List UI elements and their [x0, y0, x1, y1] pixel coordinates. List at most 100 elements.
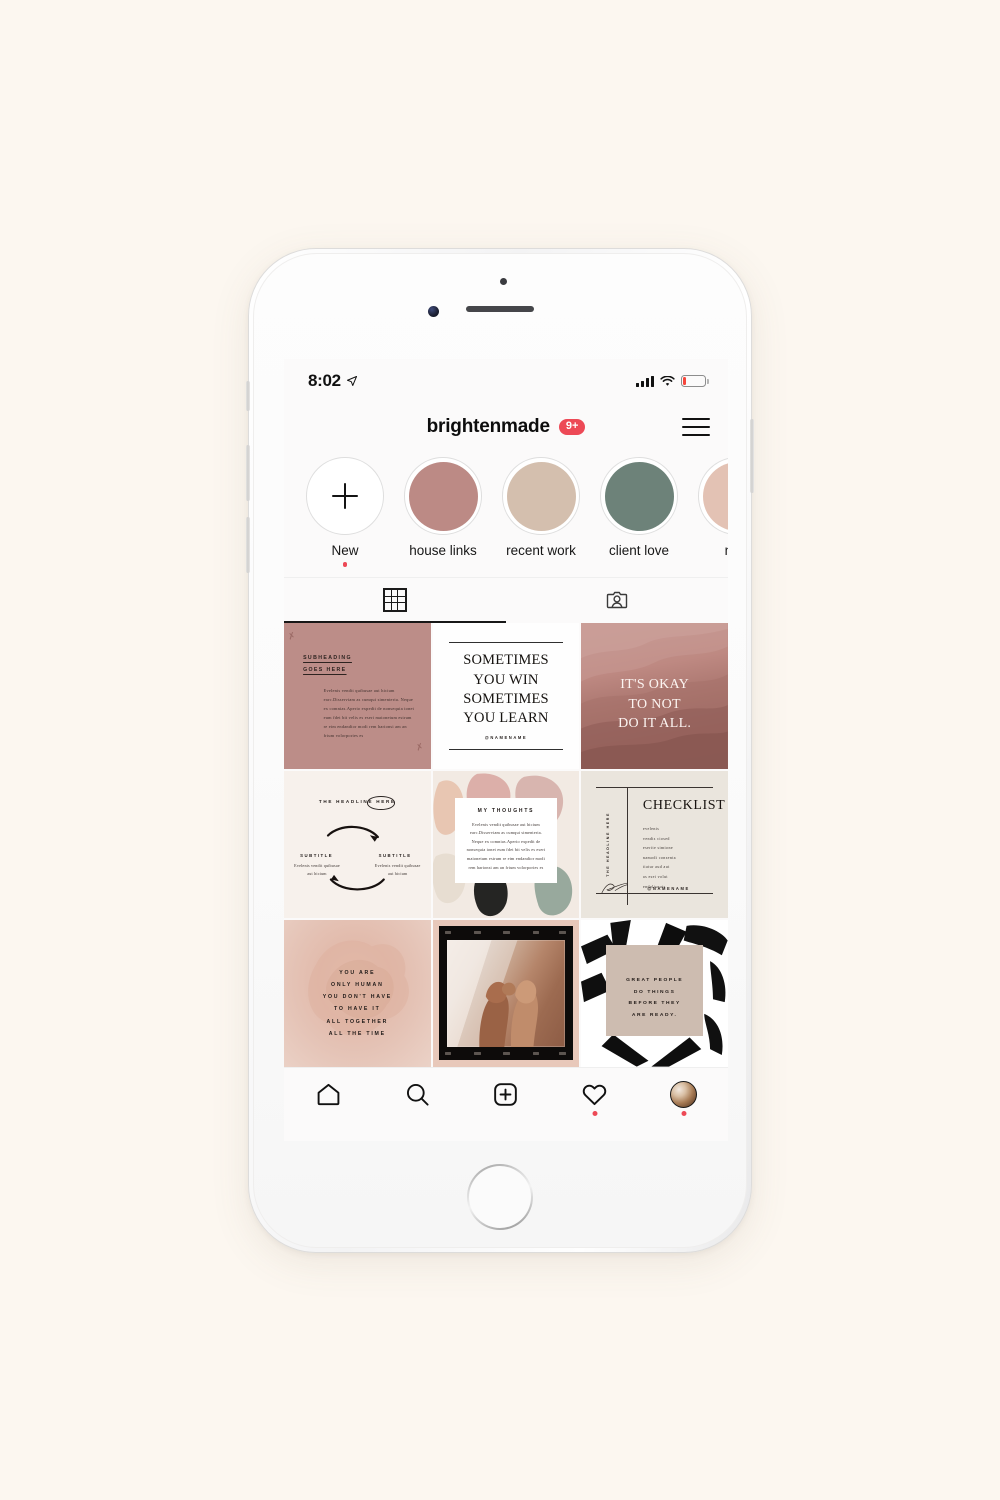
nav-profile[interactable] [662, 1077, 706, 1117]
status-bar-left: 8:02 [308, 371, 358, 391]
nav-add-post[interactable] [484, 1077, 528, 1111]
tab-grid[interactable] [284, 578, 506, 623]
quote-line-1: YOU ARE [339, 969, 376, 976]
checklist-items: evelenis vendis ciosed eserite simione n… [643, 824, 676, 891]
post-subheading-line1: SUBHEADING [303, 655, 352, 662]
highlight-recent-work[interactable]: recent work [502, 457, 580, 567]
highlight-client-love[interactable]: client love [600, 457, 678, 567]
post-handle: @NAMENAME [484, 735, 528, 741]
divider-top [448, 641, 564, 643]
post-only-human[interactable]: YOU ARE ONLY HUMAN YOU DON'T HAVE TO HAV… [284, 919, 431, 1067]
activity-notification-dot [592, 1111, 598, 1117]
checklist-item: namodi consenta [642, 854, 676, 860]
volume-down-button[interactable] [246, 517, 250, 573]
grid-icon [383, 588, 407, 612]
post-sometimes[interactable]: SOMETIMES YOU WIN SOMETIMES YOU LEARN @N… [432, 622, 580, 770]
quote-line-6: ALL THE TIME [328, 1030, 386, 1037]
quote-line-1: IT'S OKAY [620, 677, 690, 693]
highlight-new[interactable]: New [306, 457, 384, 567]
vertical-label: THE HEADLINE HERE [606, 812, 611, 877]
nav-search[interactable] [395, 1077, 439, 1111]
post-quote-text: GREAT PEOPLE DO THINGS BEFORE THEY ARE R… [606, 975, 703, 1022]
post-body-text: Evelenis vendit quibusae aut hicium earc… [466, 821, 546, 870]
highlight-thumb [408, 461, 478, 531]
highlight-ring [600, 457, 678, 535]
earpiece-speaker [466, 306, 534, 312]
tagged-person-icon [606, 591, 628, 609]
power-button[interactable] [750, 419, 754, 493]
quote-line-2: DO THINGS [633, 989, 676, 995]
post-grid[interactable]: ✗ ✗ SUBHEADING GOES HERE Evelenis vendit… [284, 622, 728, 1067]
bottom-navigation[interactable] [284, 1066, 728, 1121]
signature-icon [601, 883, 628, 894]
profile-username: brightenmade [426, 416, 550, 437]
post-checklist[interactable]: THE HEADLINE HERE CHECKLIST evelenis ven… [581, 771, 728, 918]
post-quote-text: YOU ARE ONLY HUMAN YOU DON'T HAVE TO HAV… [284, 967, 431, 1040]
highlight-new-dot [342, 562, 348, 567]
post-great-people[interactable]: GREAT PEOPLE DO THINGS BEFORE THEY ARE R… [581, 919, 728, 1067]
proximity-sensor [500, 278, 507, 285]
story-highlights[interactable]: New house links recent work client love [284, 451, 728, 571]
silent-switch[interactable] [246, 381, 250, 411]
highlight-new-partial[interactable]: new [698, 457, 728, 567]
volume-up-button[interactable] [246, 445, 250, 501]
tab-tagged[interactable] [506, 578, 728, 623]
notification-badge: 9+ [558, 418, 586, 436]
wifi-icon [660, 375, 675, 386]
subtitle-body-left: Evelenis vendit quibusae aut hicium [294, 863, 340, 877]
home-button[interactable] [467, 1164, 533, 1230]
hamburger-menu-icon[interactable] [682, 417, 710, 437]
quote-line-1: SOMETIMES [463, 652, 549, 669]
subtitle-left: SUBTITLE [300, 852, 334, 858]
quote-line-4: YOU LEARN [463, 710, 549, 727]
divider-bottom [448, 749, 564, 751]
checklist-item: evelenis [642, 825, 660, 831]
front-camera [428, 306, 439, 317]
photo-hands [447, 939, 565, 1047]
post-subheading[interactable]: ✗ ✗ SUBHEADING GOES HERE Evelenis vendit… [284, 622, 431, 770]
subtitle-right: SUBTITLE [378, 852, 412, 858]
highlight-ring [404, 457, 482, 535]
highlight-ring [502, 457, 580, 535]
status-bar-right [636, 375, 709, 387]
post-quote-text: SOMETIMES YOU WIN SOMETIMES YOU LEARN [463, 651, 549, 728]
decor-scribble-icon: ✗ [414, 741, 425, 753]
profile-tabs[interactable] [284, 576, 728, 623]
phone-device: 8:02 brightenmade 9+ New house links rec… [246, 248, 754, 1253]
post-its-okay[interactable]: IT'S OKAY TO NOT DO IT ALL. [581, 622, 728, 770]
post-title: CHECKLIST [642, 797, 726, 813]
highlight-thumb [702, 461, 728, 531]
cycle-arrows-icon [326, 825, 385, 891]
highlight-ring [306, 457, 384, 535]
post-body-text: Evelenis vendit quibusae aut hicium earc… [323, 687, 415, 738]
nav-activity[interactable] [573, 1077, 617, 1117]
highlight-ring [698, 457, 728, 535]
post-my-thoughts[interactable]: MY THOUGHTS Evelenis vendit quibusae aut… [432, 771, 580, 918]
highlight-house-links[interactable]: house links [404, 457, 482, 567]
quote-line-2: ONLY HUMAN [331, 981, 384, 988]
quote-line-1: GREAT PEOPLE [626, 977, 684, 983]
checklist-item: as esei volut [642, 873, 668, 879]
highlight-label: recent work [506, 543, 576, 558]
search-icon [406, 1083, 429, 1106]
checklist-item: vendis ciosed [642, 835, 670, 841]
highlight-thumb [604, 461, 674, 531]
nav-home[interactable] [306, 1077, 350, 1111]
checklist-item: tiatur aud aut [642, 864, 670, 870]
add-post-icon [494, 1082, 518, 1106]
status-bar: 8:02 [284, 359, 728, 403]
text-card: GREAT PEOPLE DO THINGS BEFORE THEY ARE R… [606, 944, 704, 1036]
heart-icon [583, 1084, 607, 1105]
post-headline-cycle[interactable]: THE HEADLINE HERE SUBTITLE SUBTITLE Evel… [284, 771, 431, 918]
quote-line-2: TO NOT [628, 696, 681, 712]
page-background: 8:02 brightenmade 9+ New house links rec… [0, 0, 1000, 1500]
username-area[interactable]: brightenmade 9+ [284, 416, 728, 438]
highlight-label: client love [608, 543, 670, 558]
highlight-label: new [698, 543, 728, 558]
quote-line-3: YOU DON'T HAVE [322, 994, 392, 1001]
location-arrow-icon [346, 376, 357, 386]
post-handle: @NAMENAME [647, 886, 690, 892]
quote-line-3: SOMETIMES [463, 690, 549, 707]
post-pinky-promise[interactable] [432, 919, 580, 1067]
film-frame [439, 926, 573, 1060]
